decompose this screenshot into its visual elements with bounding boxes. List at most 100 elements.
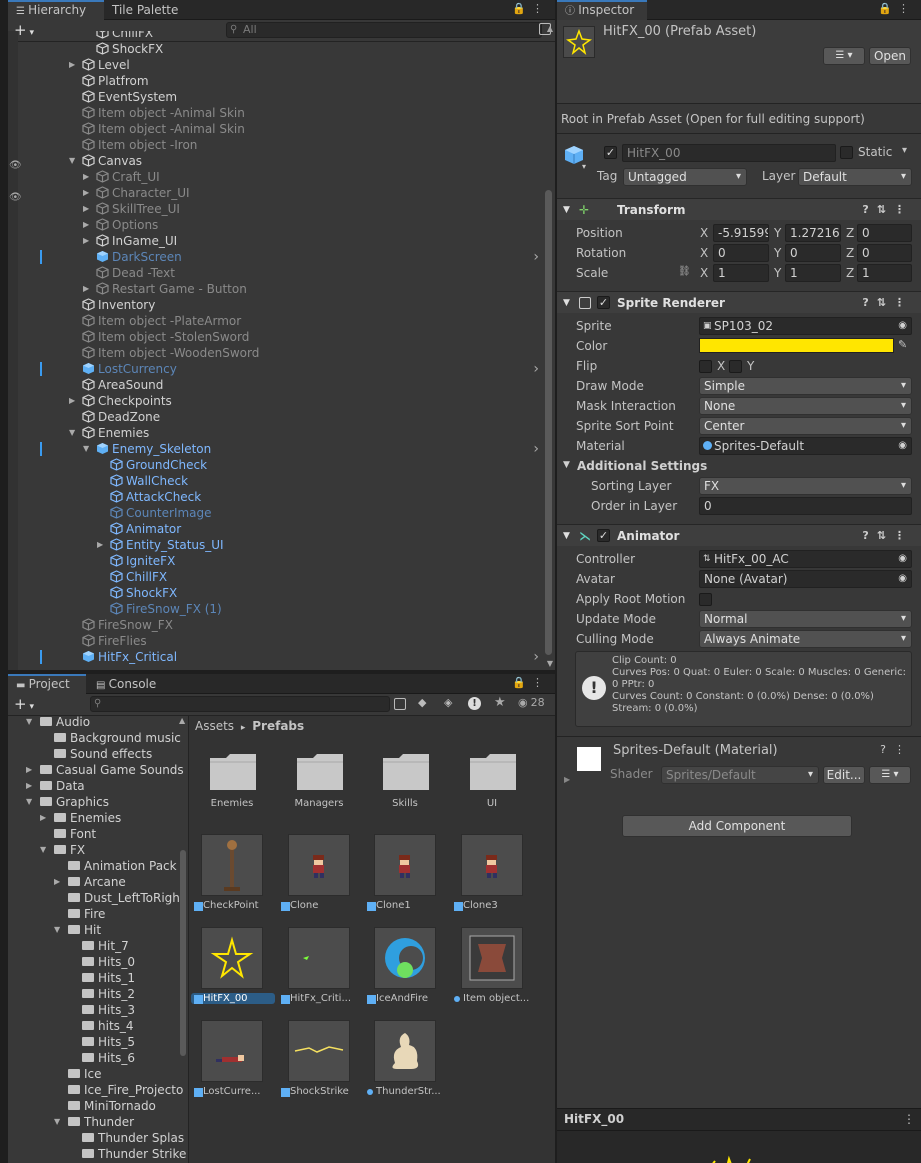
controller-field[interactable]: ⇅ HitFx_00_AC ◉	[699, 550, 912, 568]
tab-inspector[interactable]: ⓘ Inspector	[557, 0, 647, 20]
hierarchy-item[interactable]: Inventory	[8, 297, 543, 313]
fold-arrow-icon[interactable]: ▶	[564, 775, 570, 784]
expand-arrow-right-icon[interactable]: ▶	[83, 185, 93, 201]
prefab-asset[interactable]: Clone1	[362, 834, 448, 918]
project-tree-item[interactable]: ▼ Audio	[8, 716, 176, 730]
prefab-options-button[interactable]: ☰ ▾	[823, 47, 865, 65]
prefab-asset[interactable]: IceAndFire	[362, 927, 448, 1011]
eye-icon[interactable]: 👁	[9, 160, 22, 171]
prefab-asset[interactable]: ThunderStr...	[362, 1020, 448, 1104]
expand-arrow-right-icon[interactable]: ▶	[83, 217, 93, 233]
constrain-proportions-icon[interactable]: ⛓	[678, 266, 691, 277]
project-tree-item[interactable]: Hits_6	[8, 1050, 176, 1066]
component-menu-icon[interactable]: ?⋮	[880, 743, 913, 756]
position-z-field[interactable]: 0	[857, 224, 912, 242]
project-tree-item[interactable]: ▼ Graphics	[8, 794, 176, 810]
expand-arrow-down-icon[interactable]: ▼	[40, 842, 50, 858]
hierarchy-item[interactable]: ShockFX	[8, 585, 543, 601]
culling-mode-dropdown[interactable]: Always Animate	[699, 630, 912, 648]
project-tree-item[interactable]: ▼ Thunder	[8, 1114, 176, 1130]
project-tree-item[interactable]: Sound effects	[8, 746, 176, 762]
hierarchy-item[interactable]: HitFx_Critical ›	[8, 649, 543, 665]
hierarchy-item[interactable]: FireFlies	[8, 633, 543, 649]
sprite-renderer-enabled-checkbox[interactable]: ✓	[597, 296, 610, 309]
order-in-layer-field[interactable]: 0	[699, 497, 912, 515]
hierarchy-item[interactable]: FireSnow_FX (1)	[8, 601, 543, 617]
hierarchy-item[interactable]: Item object -WoodenSword	[8, 345, 543, 361]
hierarchy-item[interactable]: ▼ Enemies	[8, 425, 543, 441]
project-tree-item[interactable]: Hits_5	[8, 1034, 176, 1050]
hierarchy-item[interactable]: ShockFX	[8, 41, 543, 57]
sprite-field[interactable]: ▣ SP103_02 ◉	[699, 317, 912, 335]
hierarchy-item[interactable]: ▶ Character_UI	[8, 185, 543, 201]
project-tree-item[interactable]: Thunder Splas	[8, 1130, 184, 1146]
edit-shader-button[interactable]: Edit...	[823, 766, 865, 784]
open-prefab-arrow-icon[interactable]: ›	[533, 249, 539, 265]
lock-icon[interactable]: 🔒⋮	[512, 2, 549, 15]
additional-settings-foldout[interactable]: ▼ Additional Settings	[557, 457, 921, 477]
project-tree-item[interactable]: Hits_0	[8, 954, 176, 970]
shader-dropdown[interactable]: Sprites/Default	[661, 766, 819, 784]
object-picker-icon[interactable]: ◉	[898, 318, 907, 334]
hierarchy-item[interactable]: ▶ Checkpoints	[8, 393, 543, 409]
scroll-up-icon[interactable]: ▲	[547, 24, 553, 33]
open-prefab-arrow-icon[interactable]: ›	[533, 441, 539, 457]
prefab-asset[interactable]: Clone	[276, 834, 362, 918]
rotation-z-field[interactable]: 0	[857, 244, 912, 262]
tree-scroll-up-icon[interactable]: ▲	[179, 716, 185, 725]
apply-root-motion-checkbox[interactable]	[699, 593, 712, 606]
prefab-asset[interactable]: CheckPoint	[189, 834, 275, 918]
active-checkbox[interactable]: ✓	[604, 146, 617, 159]
project-tree-item[interactable]: ▶ Arcane	[8, 874, 176, 890]
expand-arrow-right-icon[interactable]: ▶	[83, 233, 93, 249]
project-tree-item[interactable]: Thunder Strike	[8, 1146, 186, 1162]
animator-enabled-checkbox[interactable]: ✓	[597, 529, 610, 542]
open-button[interactable]: Open	[869, 47, 911, 65]
object-name-field[interactable]: HitFX_00	[622, 144, 836, 162]
scale-z-field[interactable]: 1	[857, 264, 912, 282]
hierarchy-item[interactable]: Dead -Text	[8, 265, 543, 281]
sprite-renderer-header[interactable]: ▼ ✓ Sprite Renderer ?⇅⋮	[557, 291, 921, 313]
expand-arrow-right-icon[interactable]: ▶	[69, 393, 79, 409]
project-tree-item[interactable]: Font	[8, 826, 176, 842]
component-menu-icon[interactable]: ?⇅⋮	[862, 525, 913, 547]
prefab-asset[interactable]: Item object...	[449, 927, 535, 1011]
color-swatch[interactable]	[699, 338, 894, 353]
shader-options-button[interactable]: ☰ ▾	[869, 766, 911, 784]
project-tree-item[interactable]: Animation Pack	[8, 858, 177, 874]
folder-asset[interactable]: Skills	[362, 746, 448, 816]
hierarchy-item[interactable]: ChillFX	[8, 569, 543, 585]
expand-arrow-right-icon[interactable]: ▶	[83, 201, 93, 217]
project-tree-item[interactable]: ▼ FX	[8, 842, 176, 858]
eye-icon[interactable]: 👁	[9, 192, 22, 203]
lock-icon[interactable]: 🔒⋮	[512, 676, 549, 689]
hierarchy-item[interactable]: ▶ Entity_Status_UI	[8, 537, 543, 553]
hierarchy-item[interactable]: ▶ Options	[8, 217, 543, 233]
mask-interaction-dropdown[interactable]: None	[699, 397, 912, 415]
tab-console[interactable]: ▤ Console	[88, 674, 164, 694]
folder-asset[interactable]: UI	[449, 746, 535, 816]
hierarchy-item[interactable]: ChillFX	[8, 31, 543, 41]
flip-x-checkbox[interactable]	[699, 360, 712, 373]
expand-arrow-right-icon[interactable]: ▶	[54, 874, 64, 890]
hierarchy-item[interactable]: ▶ Level	[8, 57, 543, 73]
project-tree-item[interactable]: Hits_2	[8, 986, 176, 1002]
hierarchy-item[interactable]: AreaSound	[8, 377, 543, 393]
project-tree-item[interactable]: Ice	[8, 1066, 176, 1082]
prefab-asset[interactable]: ShockStrike	[276, 1020, 362, 1104]
hierarchy-item[interactable]: Item object -Animal Skin	[8, 121, 543, 137]
expand-arrow-down-icon[interactable]: ▼	[54, 1114, 64, 1130]
hierarchy-item[interactable]: DarkScreen ›	[8, 249, 543, 265]
prefab-asset[interactable]: Clone3	[449, 834, 535, 918]
favorite-star-icon[interactable]: ★	[494, 695, 506, 710]
expand-arrow-right-icon[interactable]: ▶	[69, 57, 79, 73]
scroll-down-icon[interactable]: ▼	[547, 659, 553, 668]
warning-filter-icon[interactable]: !	[468, 697, 481, 710]
hierarchy-item[interactable]: ▼ Enemy_Skeleton ›	[8, 441, 543, 457]
hierarchy-item[interactable]: GroundCheck	[8, 457, 543, 473]
hierarchy-item[interactable]: ▼ Canvas	[8, 153, 543, 169]
prefab-asset[interactable]: HitFX_00	[189, 927, 275, 1011]
hierarchy-item[interactable]: Item object -Animal Skin	[8, 105, 543, 121]
hierarchy-item[interactable]: ▶ SkillTree_UI	[8, 201, 543, 217]
rotation-x-field[interactable]: 0	[713, 244, 769, 262]
